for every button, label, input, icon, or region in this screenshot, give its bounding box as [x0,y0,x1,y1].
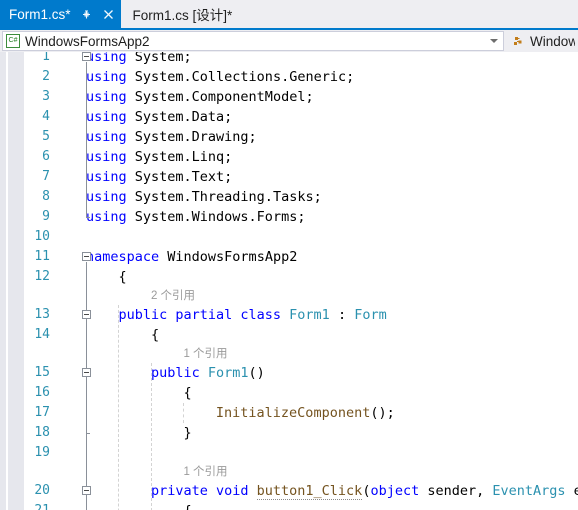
fold-region-line [86,496,87,510]
fold-collapse-icon[interactable] [82,368,91,377]
line-number: 7 [42,169,50,184]
code-text[interactable]: { [183,383,191,403]
fold-collapse-icon[interactable] [82,486,91,495]
line-number: 11 [34,249,50,264]
code-text[interactable]: { [118,267,126,287]
code-text[interactable]: using System.Drawing; [86,127,257,147]
member-dropdown[interactable]: Window [507,31,575,51]
line-number: 1 [42,52,50,64]
code-editor[interactable]: 1 using System; 2 using System.Collections.… [0,52,578,510]
indent-guide [150,363,152,510]
fold-collapse-icon[interactable] [82,52,91,61]
code-text[interactable]: using System.Text; [86,167,232,187]
line-number: 9 [42,209,50,224]
code-text[interactable]: using System.ComponentModel; [86,87,314,107]
indent-guide [118,305,120,510]
navigation-breadcrumb-bar: C# WindowsFormsApp2 Window [0,30,578,52]
code-text[interactable]: InitializeComponent(); [216,403,395,423]
line-number: 12 [34,269,50,284]
code-line[interactable]: 10 [0,227,578,247]
fold-region-line [86,62,87,217]
code-text[interactable]: using System.Windows.Forms; [86,207,305,227]
line-number: 21 [24,501,50,510]
line-number: 10 [34,229,50,244]
line-number: 17 [34,405,50,420]
line-number: 8 [42,189,50,204]
code-text[interactable]: using System; [86,52,192,67]
member-dropdown-value: Window [530,33,575,49]
type-dropdown[interactable]: C# WindowsFormsApp2 [2,31,504,51]
document-tab-strip: Form1.cs* Form1.cs [设计]* [0,0,578,28]
line-number: 14 [34,327,50,342]
csharp-file-icon: C# [6,34,20,48]
visual-studio-editor-window: Form1.cs* Form1.cs [设计]* C# WindowsForms… [0,0,578,510]
code-text[interactable]: public Form1() [151,363,265,383]
line-number: 13 [34,307,50,322]
fold-region-end-tick [86,217,90,218]
line-number: 16 [34,385,50,400]
fold-collapse-icon[interactable] [82,310,91,319]
line-number: 4 [42,109,50,124]
line-number: 15 [34,365,50,380]
pin-icon[interactable] [80,8,93,21]
code-text[interactable]: public partial class Form1 : Form [118,305,386,325]
line-number: 5 [42,129,50,144]
tab-form1-cs-designer[interactable]: Form1.cs [设计]* [120,0,239,28]
code-text[interactable]: using System.Threading.Tasks; [86,187,322,207]
line-number: 2 [42,69,50,84]
code-text[interactable]: using System.Data; [86,107,232,127]
line-number: 3 [42,89,50,104]
fold-collapse-icon[interactable] [82,252,91,261]
line-number: 6 [42,149,50,164]
fold-region-line [86,378,87,433]
line-number: 18 [34,425,50,440]
indent-guide [183,403,185,423]
code-text-surface[interactable]: 1 using System; 2 using System.Collections.… [0,52,578,510]
type-dropdown-value: WindowsFormsApp2 [25,33,150,49]
code-text[interactable]: using System.Linq; [86,147,232,167]
code-text[interactable]: using System.Collections.Generic; [86,67,354,87]
codelens-reference-count[interactable]: 1 个引用 [183,463,227,481]
fold-region-end-tick [86,433,90,434]
code-text[interactable]: { [151,325,159,345]
chevron-down-icon[interactable] [490,39,498,43]
line-number: 19 [34,445,50,460]
tab-form1-cs[interactable]: Form1.cs* [0,0,121,28]
code-text[interactable]: private void button1_Click(object sender… [151,481,578,501]
tab-label: Form1.cs* [9,6,71,22]
code-text[interactable]: { [183,501,191,510]
codelens-reference-count[interactable]: 2 个引用 [151,287,195,305]
line-number: 20 [34,483,50,498]
tab-label: Form1.cs [设计]* [132,8,233,23]
code-text[interactable]: } [183,423,191,443]
code-text[interactable]: namespace WindowsFormsApp2 [86,247,297,267]
close-icon[interactable] [102,8,115,21]
method-icon [511,34,525,48]
codelens-reference-count[interactable]: 1 个引用 [183,345,227,363]
